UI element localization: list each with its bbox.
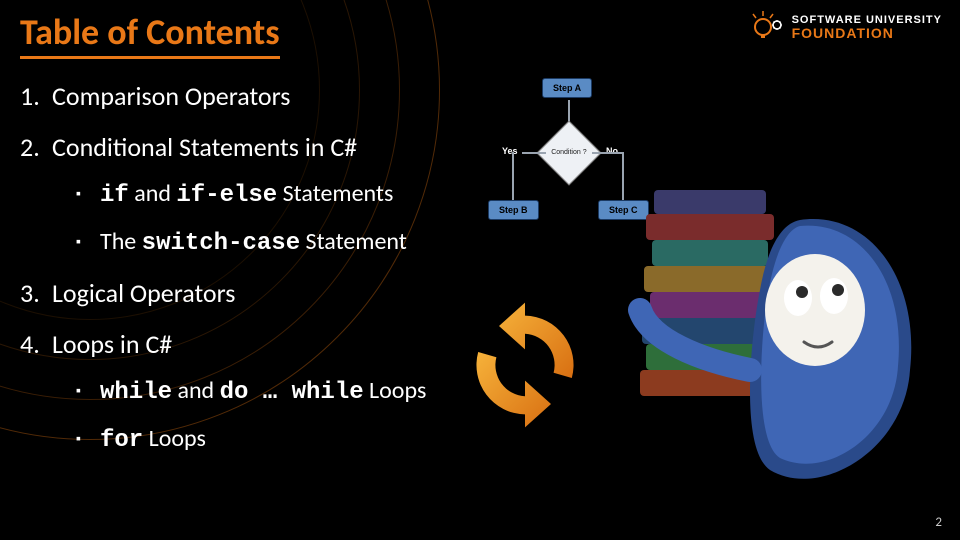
flowchart-yes-label: Yes [502, 146, 518, 156]
code-switch-case: switch-case [142, 230, 300, 257]
code-if-else: if-else [176, 182, 277, 209]
toc-item-2-label: Conditional Statements in C# [52, 131, 357, 163]
brand-logo: SOFTWARE UNIVERSITY FOUNDATION [750, 10, 942, 44]
cycle-arrows-icon [460, 300, 590, 430]
toc-item-1: Comparison Operators [20, 80, 450, 113]
brand-name-line2: FOUNDATION [792, 26, 942, 40]
flowchart-step-a: Step A [542, 78, 592, 98]
toc-item-4-sub-2: for Loops [76, 424, 450, 456]
brand-name-line1: SOFTWARE UNIVERSITY [792, 15, 942, 26]
code-do-while: do … while [220, 379, 364, 406]
toc-item-3-label: Logical Operators [52, 277, 235, 309]
code-while: while [100, 379, 172, 406]
toc-item-2: Conditional Statements in C# if and if-e… [20, 131, 450, 260]
flowchart-decision-label: Condition ? [551, 149, 586, 157]
page-number: 2 [935, 515, 942, 530]
toc-item-4: Loops in C# while and do … while Loops f… [20, 328, 450, 457]
page-title: Table of Contents [20, 10, 280, 59]
code-for: for [100, 427, 143, 454]
mascot-illustration [610, 150, 930, 510]
table-of-contents: Comparison Operators Conditional Stateme… [20, 80, 450, 474]
toc-item-3: Logical Operators [20, 277, 450, 310]
toc-item-4-sub-1: while and do … while Loops [76, 376, 450, 408]
flowchart-step-b: Step B [488, 200, 539, 220]
code-if: if [100, 182, 129, 209]
toc-item-1-label: Comparison Operators [52, 80, 290, 112]
toc-item-4-label: Loops in C# [52, 328, 172, 360]
flowchart-no-label: No [606, 146, 618, 156]
toc-item-2-sub-1: if and if-else Statements [76, 179, 450, 211]
flowchart-step-c: Step C [598, 200, 649, 220]
lightbulb-gear-icon [750, 10, 784, 44]
toc-item-2-sub-2: The switch-case Statement [76, 227, 450, 259]
